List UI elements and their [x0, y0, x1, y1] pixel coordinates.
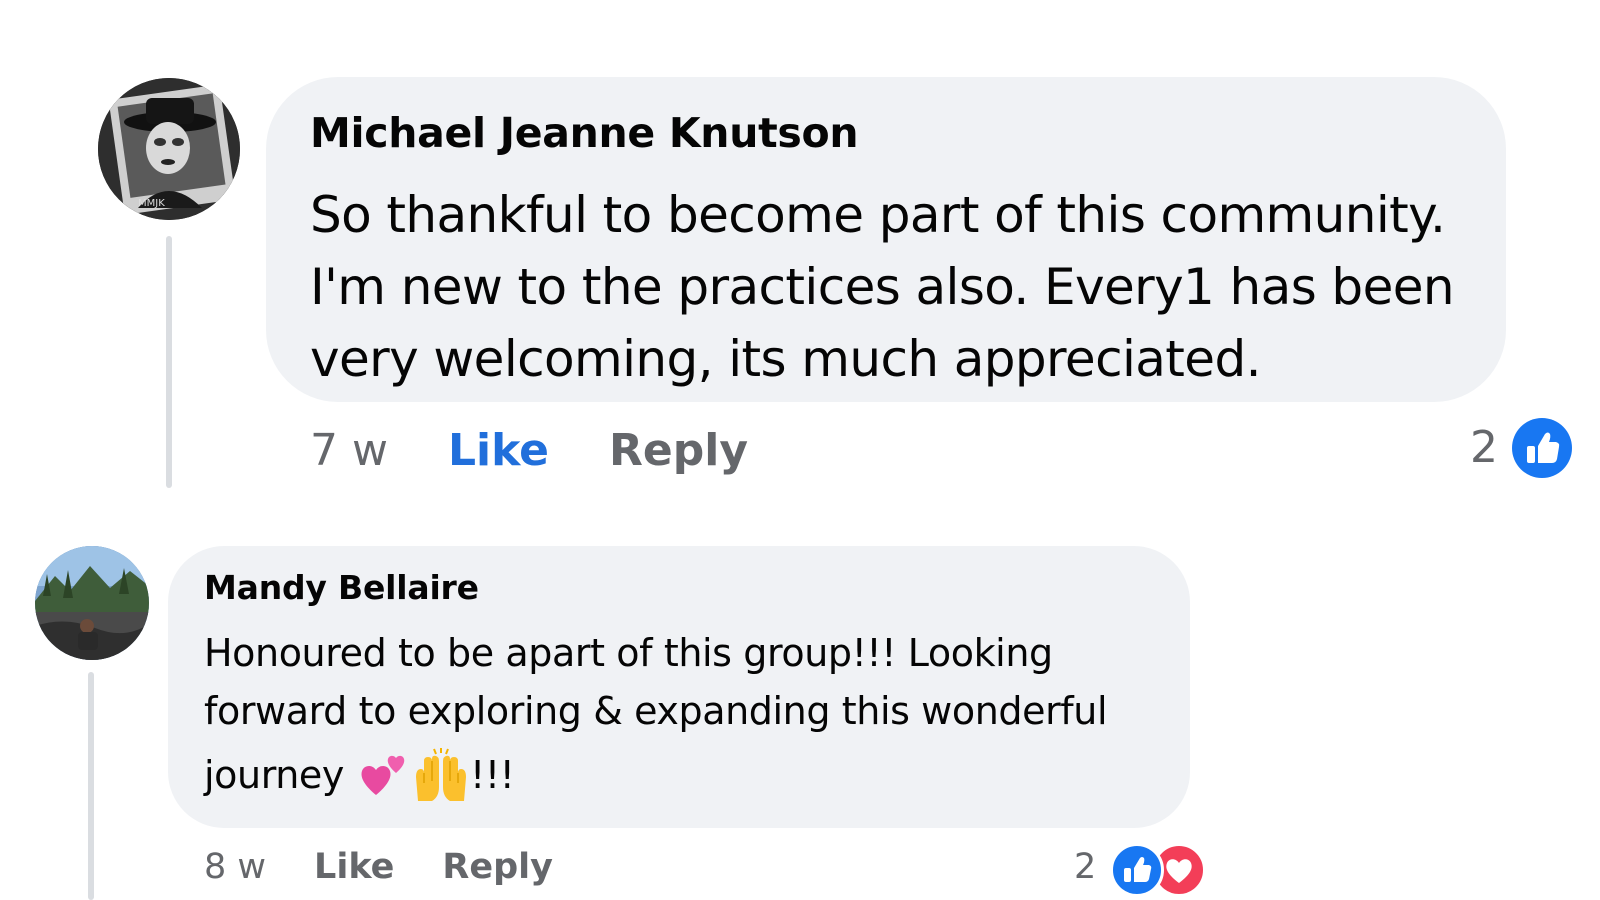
like-button[interactable]: Like — [314, 847, 394, 887]
comment-actions: 8 w Like Reply — [204, 842, 553, 892]
two-hearts-icon — [358, 749, 410, 801]
comment-text-line: So thankful to become part of this commu… — [310, 186, 1446, 244]
avatar[interactable] — [35, 546, 149, 660]
comment-text: So thankful to become part of this commu… — [310, 179, 1466, 395]
comment-text-line: I'm new to the practices also. Every1 ha… — [310, 258, 1455, 316]
comment-text-segment: journey — [204, 753, 344, 797]
avatar[interactable]: MMJK — [98, 78, 240, 220]
reaction-count[interactable]: 2 — [1470, 418, 1498, 478]
comment-bubble: Mandy Bellaire Honoured to be apart of t… — [168, 546, 1190, 828]
comment-actions: 7 w Like Reply — [310, 420, 748, 480]
comment-bubble: Michael Jeanne Knutson So thankful to be… — [266, 77, 1506, 402]
reply-button[interactable]: Reply — [442, 847, 553, 887]
like-icon[interactable] — [1110, 843, 1164, 897]
comment-text-line: very welcoming, its much appreciated. — [310, 330, 1262, 388]
thread-line — [166, 236, 172, 488]
reaction-count[interactable]: 2 — [1074, 842, 1096, 892]
comment-text-line: Honoured to be apart of this group!!! Lo… — [204, 631, 1053, 675]
comment-text: Honoured to be apart of this group!!! Lo… — [204, 624, 1160, 804]
like-icon[interactable] — [1512, 418, 1572, 478]
comment-author[interactable]: Mandy Bellaire — [204, 566, 1160, 610]
comment-text-line: forward to exploring & expanding this wo… — [204, 689, 1108, 733]
thread-line — [88, 672, 94, 900]
comment-text-line: journey !!! — [204, 746, 1160, 804]
reply-button[interactable]: Reply — [609, 425, 748, 476]
comment-timestamp[interactable]: 7 w — [310, 425, 388, 476]
avatar-photo — [35, 546, 149, 660]
svg-text:MMJK: MMJK — [138, 198, 165, 209]
like-button[interactable]: Like — [448, 425, 549, 476]
comment-text-segment: !!! — [470, 753, 515, 797]
comment-timestamp[interactable]: 8 w — [204, 847, 266, 887]
avatar-photo: MMJK — [98, 78, 240, 220]
raising-hands-icon — [412, 747, 470, 803]
comment-author[interactable]: Michael Jeanne Knutson — [310, 107, 1466, 159]
